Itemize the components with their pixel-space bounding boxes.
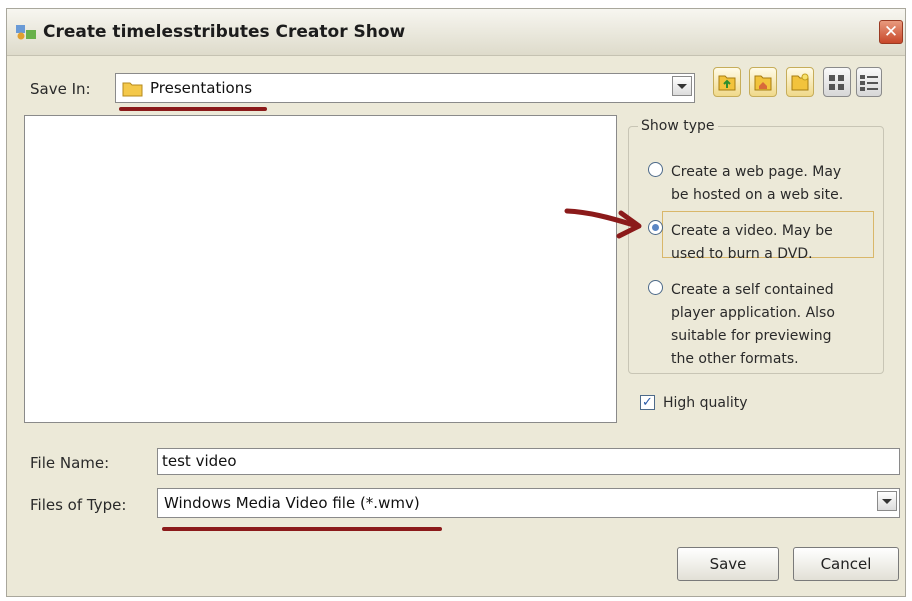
option-player-line-2: player application. Also <box>671 305 835 321</box>
file-list[interactable] <box>24 115 617 423</box>
radio-web-page[interactable] <box>648 162 663 177</box>
option-video-line-1: Create a video. May be <box>671 223 833 239</box>
new-folder-icon[interactable] <box>786 67 814 97</box>
chevron-down-icon <box>677 84 687 89</box>
app-icon <box>16 25 36 40</box>
file-type-dropdown[interactable]: Windows Media Video file (*.wmv) <box>157 488 900 518</box>
chevron-down-icon <box>882 499 892 504</box>
save-button[interactable]: Save <box>677 547 779 581</box>
save-in-dropdown[interactable]: Presentations <box>115 73 695 103</box>
show-type-title: Show type <box>638 118 718 134</box>
folder-icon <box>122 82 143 97</box>
radio-video[interactable] <box>648 220 663 235</box>
option-web-page-line-1: Create a web page. May <box>671 164 842 180</box>
list-view-icon[interactable] <box>823 67 851 97</box>
up-folder-icon[interactable] <box>713 67 741 97</box>
details-view-icon[interactable] <box>856 67 882 97</box>
save-in-value: Presentations <box>150 79 253 97</box>
high-quality-label: High quality <box>663 395 748 411</box>
title-bar: Create timelesstributes Creator Show ✕ <box>7 9 905 56</box>
option-video-line-2: used to burn a DVD. <box>671 246 813 262</box>
cancel-button[interactable]: Cancel <box>793 547 899 581</box>
file-name-label: File Name: <box>30 454 110 472</box>
option-player-line-3: suitable for previewing <box>671 328 832 344</box>
save-in-label: Save In: <box>30 80 91 98</box>
annotation-underline <box>162 527 442 531</box>
option-web-page-line-2: be hosted on a web site. <box>671 187 844 203</box>
annotation-underline <box>119 107 267 111</box>
option-player-line-1: Create a self contained <box>671 282 834 298</box>
close-icon[interactable]: ✕ <box>879 20 903 44</box>
annotation-arrow-icon <box>564 208 642 239</box>
save-in-dropdown-button[interactable] <box>672 76 692 96</box>
home-folder-icon[interactable] <box>749 67 777 97</box>
window-title: Create timelesstributes Creator Show <box>43 22 406 42</box>
file-type-label: Files of Type: <box>30 496 127 514</box>
high-quality-checkbox[interactable]: ✓ <box>640 395 655 410</box>
file-name-input[interactable]: test video <box>157 448 900 475</box>
radio-player-app[interactable] <box>648 280 663 295</box>
option-player-line-4: the other formats. <box>671 351 799 367</box>
file-type-value: Windows Media Video file (*.wmv) <box>164 494 420 512</box>
file-type-dropdown-button[interactable] <box>877 491 897 511</box>
